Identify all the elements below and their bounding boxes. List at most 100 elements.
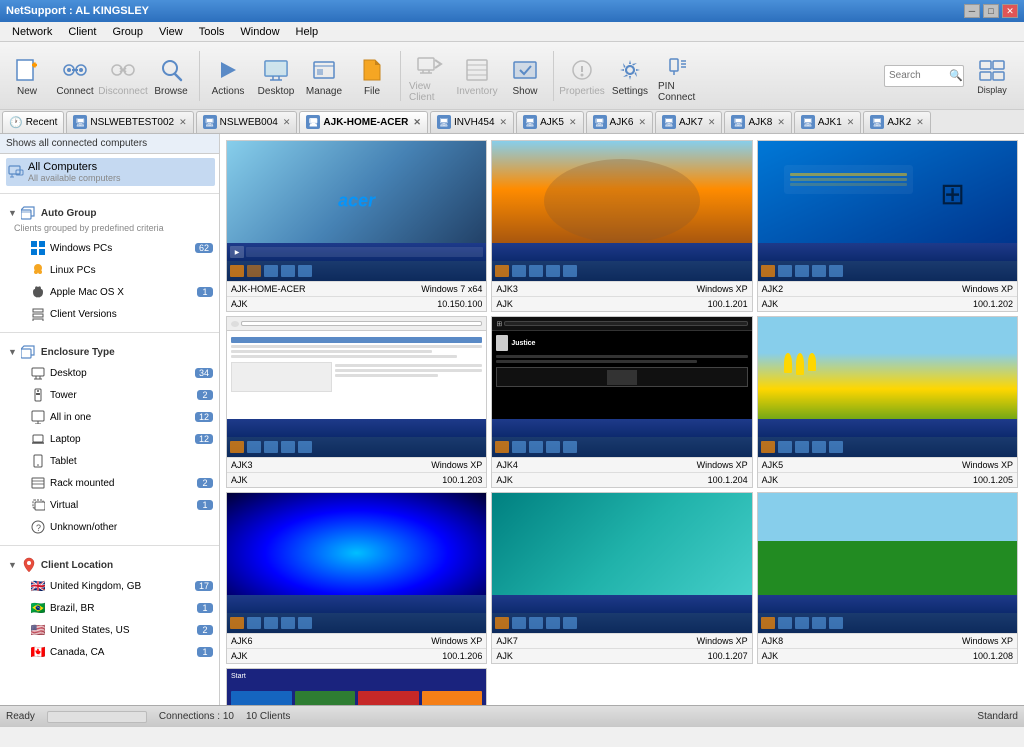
sidebar-enclosure-type-header[interactable]: ▼ Enclosure Type (6, 340, 215, 362)
tab-ajk1-label: AJK1 (818, 117, 842, 128)
tab-close-ajk-icon[interactable]: ✕ (413, 117, 421, 128)
menu-view[interactable]: View (151, 24, 191, 40)
name-ajk3-203: AJK3 (231, 460, 253, 470)
thumb-ajk6[interactable]: AJK6 Windows XP AJK 100.1.206 (226, 492, 487, 664)
tab-ajk-home-acer[interactable]: 🖥 AJK-HOME-ACER ✕ (299, 111, 428, 133)
tab-invh454[interactable]: 🖥 INVH454 ✕ (430, 111, 514, 133)
tab-ajk6[interactable]: 🖥 AJK6 ✕ (586, 111, 653, 133)
tab-close-ajk1-icon[interactable]: ✕ (847, 117, 855, 128)
taskbar-btn-3 (264, 265, 278, 277)
sidebar-tablet[interactable]: Tablet (6, 450, 215, 472)
toolbar-actions-button[interactable]: Actions (205, 46, 251, 106)
computer-icon-10: 🖥 (870, 115, 884, 129)
tab-ajk2[interactable]: 🖥 AJK2 ✕ (863, 111, 930, 133)
tab-close-ajk2-icon[interactable]: ✕ (916, 117, 924, 128)
sidebar-canada[interactable]: 🇨🇦 Canada, CA 1 (6, 641, 215, 663)
toolbar-connect-button[interactable]: Connect (52, 46, 98, 106)
tab-close-ajk6-icon[interactable]: ✕ (638, 117, 646, 128)
sidebar-virtual[interactable]: Virtual 1 (6, 494, 215, 516)
toolbar-desktop-button[interactable]: Desktop (253, 46, 299, 106)
tb-btn5 (563, 265, 577, 277)
toolbar-settings-button[interactable]: Settings (607, 46, 653, 106)
menu-network[interactable]: Network (4, 24, 60, 40)
thumb-ajk2[interactable]: ⊞ AJ (757, 140, 1018, 312)
maximize-button[interactable]: □ (983, 4, 999, 18)
tab-close-invh454-icon[interactable]: ✕ (500, 117, 508, 128)
sidebar-unknown[interactable]: ? Unknown/other (6, 516, 215, 538)
taskbar-btn (230, 265, 244, 277)
sidebar-client-location-header[interactable]: ▼ Client Location (6, 553, 215, 575)
toolbar-disconnect-button[interactable]: Disconnect (100, 46, 146, 106)
linux-icon (30, 262, 46, 278)
toolbar-browse-button[interactable]: Browse (148, 46, 194, 106)
thumb-ajk3-201[interactable]: AJK3 Windows XP AJK 100.1.201 (491, 140, 752, 312)
menu-tools[interactable]: Tools (191, 24, 233, 40)
sidebar-all-computers[interactable]: All Computers All available computers (6, 158, 215, 186)
sidebar-auto-group-header[interactable]: ▼ Auto Group (6, 201, 215, 223)
screenshot-ajk5 (758, 317, 1017, 437)
menu-group[interactable]: Group (104, 24, 151, 40)
tab-close-ajk5-icon[interactable]: ✕ (569, 117, 577, 128)
toolbar-show-button[interactable]: Show (502, 46, 548, 106)
disconnect-icon (107, 54, 139, 86)
menu-help[interactable]: Help (288, 24, 327, 40)
sidebar-client-versions[interactable]: Client Versions (6, 303, 215, 325)
toolbar-inventory-button[interactable]: Inventory (454, 46, 500, 106)
menu-window[interactable]: Window (232, 24, 287, 40)
tab-close-icon[interactable]: ✕ (179, 117, 187, 128)
toolbar-new-button[interactable]: New (4, 46, 50, 106)
tab-nslwebtest002[interactable]: 🖥 NSLWEBTEST002 ✕ (66, 111, 193, 133)
search-input[interactable] (889, 70, 949, 81)
thumb-ajk7[interactable]: AJK7 Windows XP AJK 100.1.207 (491, 492, 752, 664)
toolbar-pin-connect-button[interactable]: PIN Connect (655, 46, 701, 106)
tab-close-ajk7-icon[interactable]: ✕ (708, 117, 716, 128)
sidebar-us[interactable]: 🇺🇸 United States, US 2 (6, 619, 215, 641)
tb-ajk2-btn (761, 265, 775, 277)
sidebar-apple-mac[interactable]: Apple Mac OS X 1 (6, 281, 215, 303)
toolbar-properties-button[interactable]: Properties (559, 46, 605, 106)
tab-close-ajk8-icon[interactable]: ✕ (777, 117, 785, 128)
tab-ajk1[interactable]: 🖥 AJK1 ✕ (794, 111, 861, 133)
enclosure-icon (21, 344, 37, 360)
thumb-ajk8[interactable]: AJK8 Windows XP AJK 100.1.208 (757, 492, 1018, 664)
minimize-button[interactable]: ─ (964, 4, 980, 18)
toolbar-view-client-button[interactable]: View Client (406, 46, 452, 106)
taskbar-btn-2 (247, 265, 261, 277)
display-button[interactable]: Display (968, 50, 1016, 102)
warn-line2 (790, 178, 908, 181)
tab-ajk8[interactable]: 🖥 AJK8 ✕ (724, 111, 791, 133)
tab-ajk5[interactable]: 🖥 AJK5 ✕ (516, 111, 583, 133)
thumb-ajk-home-acer[interactable]: acer ▶ AJK-HOME-ACER Wi (226, 140, 487, 312)
sidebar-laptop[interactable]: Laptop 12 (6, 428, 215, 450)
toolbar-inventory-label: Inventory (456, 86, 497, 97)
thumb-ajk4[interactable]: ⊞ Justice (491, 316, 752, 488)
group-ajk3: AJK (496, 299, 513, 309)
sidebar-tower[interactable]: Tower 2 (6, 384, 215, 406)
menu-client[interactable]: Client (60, 24, 104, 40)
info-ajk-home-acer: AJK-HOME-ACER Windows 7 x64 (227, 281, 486, 296)
sidebar-desktop[interactable]: Desktop 34 (6, 362, 215, 384)
toolbar-manage-button[interactable]: Manage (301, 46, 347, 106)
tb-btn (495, 265, 509, 277)
sidebar-windows-pcs[interactable]: Windows PCs 62 (6, 237, 215, 259)
connect-icon (59, 54, 91, 86)
tab-close-nslweb004-icon[interactable]: ✕ (283, 117, 291, 128)
tb-ajk2-btn5 (829, 265, 843, 277)
sidebar-brazil[interactable]: 🇧🇷 Brazil, BR 1 (6, 597, 215, 619)
tower-label: Tower (50, 390, 197, 401)
tab-ajk7[interactable]: 🖥 AJK7 ✕ (655, 111, 722, 133)
toolbar-file-button[interactable]: File (349, 46, 395, 106)
info2-ajk6: AJK 100.1.206 (227, 648, 486, 663)
tab-nslweb004[interactable]: 🖥 NSLWEB004 ✕ (196, 111, 298, 133)
sidebar-all-in-one[interactable]: All in one 12 (6, 406, 215, 428)
sidebar-uk[interactable]: 🇬🇧 United Kingdom, GB 17 (6, 575, 215, 597)
thumb-ajk3-203[interactable]: AJK3 Windows XP AJK 100.1.203 (226, 316, 487, 488)
close-button[interactable]: ✕ (1002, 4, 1018, 18)
sidebar-rack-mounted[interactable]: Rack mounted 2 (6, 472, 215, 494)
sidebar-linux-pcs[interactable]: Linux PCs (6, 259, 215, 281)
auto-group-icon (21, 205, 37, 221)
thumb-ajk5[interactable]: AJK5 Windows XP AJK 100.1.205 (757, 316, 1018, 488)
tab-recent[interactable]: 🕐 Recent (2, 111, 64, 133)
rack-icon (30, 475, 46, 491)
thumb-invh454[interactable]: Start (226, 668, 487, 705)
